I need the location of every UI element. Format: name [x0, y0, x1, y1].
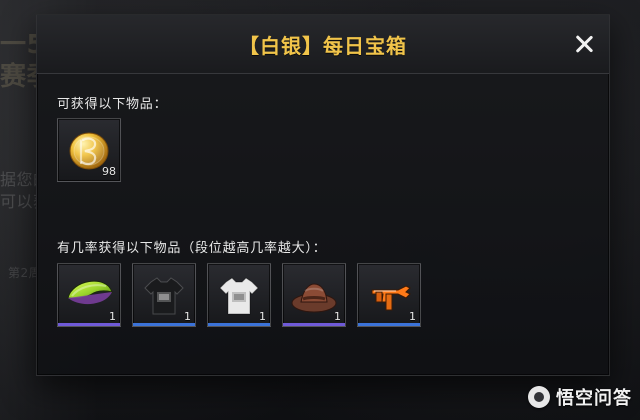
daily-chest-modal: 【白银】每日宝箱 可获得以下物品： 98 有几率获得以下物品（段位越高几率越大）… [36, 14, 610, 376]
close-icon [572, 32, 596, 56]
guaranteed-item-tile[interactable]: 98 [57, 118, 121, 182]
rarity-bar [208, 323, 270, 326]
rarity-bar [58, 323, 120, 326]
watermark-text: 悟空问答 [556, 388, 632, 409]
rarity-bar [358, 323, 420, 326]
item-count: 1 [409, 310, 416, 323]
watermark-icon [528, 386, 550, 408]
item-count: 1 [109, 310, 116, 323]
chance-item-tile[interactable]: 1 [357, 263, 421, 327]
item-count: 1 [334, 310, 341, 323]
modal-title-text: 【白银】每日宝箱 [239, 33, 407, 58]
chance-items-label: 有几率获得以下物品（段位越高几率越大）： [57, 241, 327, 256]
chance-item-tile[interactable]: 1 [207, 263, 271, 327]
guaranteed-items-label: 可获得以下物品： [57, 97, 168, 112]
chance-item-tile[interactable]: 1 [132, 263, 196, 327]
close-button[interactable] [569, 29, 599, 59]
rarity-bar [133, 323, 195, 326]
rarity-bar [283, 323, 345, 326]
chance-item-tile[interactable]: 1 [57, 263, 121, 327]
item-count: 98 [102, 165, 116, 178]
modal-header: 【白银】每日宝箱 [37, 15, 609, 74]
watermark: 悟空问答 [528, 384, 632, 410]
item-count: 1 [259, 310, 266, 323]
chance-item-tile[interactable]: 1 [282, 263, 346, 327]
modal-title: 【白银】每日宝箱 [37, 15, 609, 73]
item-count: 1 [184, 310, 191, 323]
